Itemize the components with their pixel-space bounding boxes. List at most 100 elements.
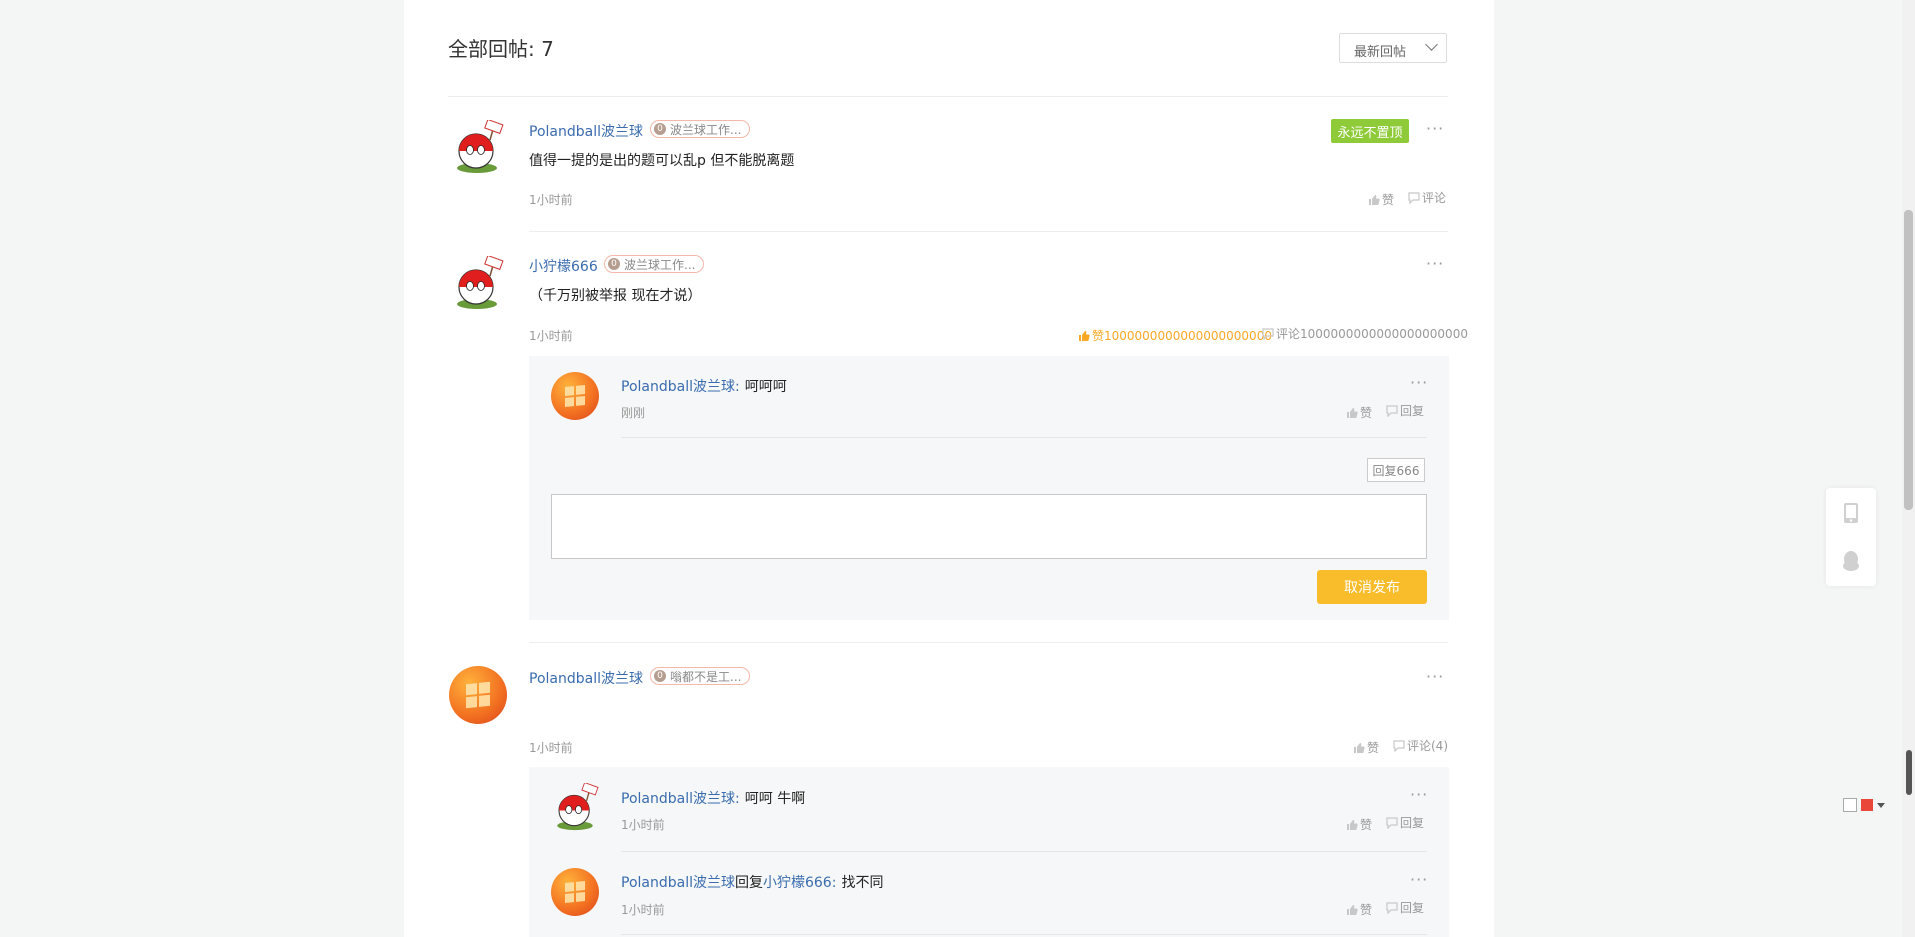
reply-line: Polandball波兰球回复小狞檬666: 找不同 xyxy=(621,872,884,892)
windows-logo-icon xyxy=(465,681,491,709)
sort-select[interactable]: 最新回帖 xyxy=(1339,33,1447,63)
reply-text: 呵呵呵 xyxy=(744,379,787,395)
thumb-up-icon xyxy=(1347,819,1358,830)
comment-button[interactable]: 评论 xyxy=(1408,189,1446,206)
comment-icon xyxy=(1408,191,1420,204)
comment-icon xyxy=(1386,816,1398,829)
reply-username[interactable]: Polandball波兰球 xyxy=(621,875,735,891)
reply-time: 1小时前 xyxy=(621,903,665,917)
reply-button[interactable]: 回复 xyxy=(1386,402,1424,419)
avatar[interactable] xyxy=(450,118,504,174)
more-icon[interactable]: ··· xyxy=(1410,375,1428,391)
reply-colon: : xyxy=(734,791,740,807)
polandball-avatar-icon xyxy=(457,118,504,173)
post-content: （千万别被举报 现在才说） xyxy=(529,288,702,304)
side-toolbar xyxy=(1826,488,1876,586)
comment-label: 评论(4) xyxy=(1407,739,1448,753)
comment-button[interactable]: 评论1000000000000000000000 xyxy=(1262,325,1468,342)
level-icon: 0 xyxy=(654,123,666,135)
ime-toolbar xyxy=(1843,796,1915,814)
reply-time: 1小时前 xyxy=(621,818,665,832)
level-icon: 0 xyxy=(654,670,666,682)
more-icon[interactable]: ··· xyxy=(1426,256,1444,272)
cancel-publish-button[interactable]: 取消发布 xyxy=(1317,570,1427,604)
divider xyxy=(621,437,1427,438)
comment-label: 评论1000000000000000000000 xyxy=(1276,327,1468,341)
reply-username[interactable]: Polandball波兰球 xyxy=(621,379,735,395)
like-label: 赞 xyxy=(1360,903,1373,917)
avatar[interactable] xyxy=(551,781,599,831)
user-badge[interactable]: 0 波兰球工作... xyxy=(650,120,751,138)
like-button[interactable]: 赞 xyxy=(1368,191,1394,208)
reply-colon: : xyxy=(734,379,740,395)
reply-text: 找不同 xyxy=(841,875,884,891)
thumb-up-icon xyxy=(1354,742,1365,753)
reply-target-username[interactable]: 小狞檬666 xyxy=(763,875,832,891)
windows-logo-icon xyxy=(564,880,586,904)
comment-icon xyxy=(1386,404,1398,417)
badge-text: 波兰球工作... xyxy=(624,257,696,272)
post-time: 1小时前 xyxy=(529,329,573,343)
reply-time: 刚刚 xyxy=(621,406,646,420)
polandball-avatar-icon xyxy=(557,781,599,831)
divider xyxy=(448,96,1448,97)
reply-button[interactable]: 回复 xyxy=(1386,899,1424,916)
divider xyxy=(529,642,1448,643)
like-label: 赞 xyxy=(1360,818,1373,832)
user-badge[interactable]: 0 嗡都不是工... xyxy=(650,667,751,685)
post-content: 值得一提的是出的题可以乱p 但不能脱离题 xyxy=(529,153,795,169)
reply-mid-text: 回复 xyxy=(734,875,763,891)
more-icon[interactable]: ··· xyxy=(1410,872,1428,888)
ime-keyboard-icon[interactable] xyxy=(1843,798,1857,812)
reply-line: Polandball波兰球: 呵呵呵 xyxy=(621,376,787,396)
comment-label: 评论 xyxy=(1422,191,1447,205)
post-time: 1小时前 xyxy=(529,193,573,207)
like-button[interactable]: 赞 xyxy=(1346,816,1372,833)
reply-text: 呵呵 牛啊 xyxy=(744,791,806,807)
avatar[interactable] xyxy=(450,254,504,310)
user-badge[interactable]: 0 波兰球工作... xyxy=(604,255,705,273)
like-button[interactable]: 赞1000000000000000000000 xyxy=(1078,327,1272,344)
reply-textarea[interactable] xyxy=(551,494,1427,559)
reply-to-tag[interactable]: 回复666 xyxy=(1367,458,1425,482)
sogou-ime-icon[interactable] xyxy=(1861,799,1873,811)
page-title: 全部回帖: 7 xyxy=(448,37,554,61)
avatar[interactable] xyxy=(449,666,507,724)
comment-icon xyxy=(1393,739,1405,752)
phone-icon[interactable] xyxy=(1842,502,1860,528)
badge-text: 波兰球工作... xyxy=(670,122,742,137)
post-time: 1小时前 xyxy=(529,741,573,755)
like-button[interactable]: 赞 xyxy=(1353,739,1379,756)
avatar[interactable] xyxy=(551,868,599,916)
more-icon[interactable]: ··· xyxy=(1426,121,1444,137)
qq-penguin-icon[interactable] xyxy=(1841,550,1861,576)
post-username[interactable]: Polandball波兰球 xyxy=(529,121,643,141)
like-button[interactable]: 赞 xyxy=(1346,901,1372,918)
reply-line: Polandball波兰球: 呵呵 牛啊 xyxy=(621,788,805,808)
divider xyxy=(621,851,1427,852)
scrollbar-thumb[interactable] xyxy=(1904,210,1913,510)
polandball-avatar-icon xyxy=(457,254,504,309)
like-label: 赞1000000000000000000000 xyxy=(1092,329,1272,343)
ime-dropdown-icon[interactable] xyxy=(1877,802,1885,808)
thumb-up-icon xyxy=(1369,194,1380,205)
more-icon[interactable]: ··· xyxy=(1426,669,1444,685)
post-username[interactable]: 小狞檬666 xyxy=(529,256,598,276)
reply-label: 回复 xyxy=(1400,901,1425,915)
windows-logo-icon xyxy=(564,384,586,408)
divider xyxy=(529,231,1448,232)
avatar[interactable] xyxy=(551,372,599,420)
comment-icon xyxy=(1386,901,1398,914)
like-label: 赞 xyxy=(1382,193,1395,207)
reply-label: 回复 xyxy=(1400,816,1425,830)
comment-button[interactable]: 评论(4) xyxy=(1393,737,1448,754)
reply-colon: : xyxy=(831,875,837,891)
like-button[interactable]: 赞 xyxy=(1346,404,1372,421)
thumb-up-icon xyxy=(1347,904,1358,915)
reply-username[interactable]: Polandball波兰球 xyxy=(621,791,735,807)
post-username[interactable]: Polandball波兰球 xyxy=(529,668,643,688)
reply-button[interactable]: 回复 xyxy=(1386,814,1424,831)
thumb-up-icon xyxy=(1347,407,1358,418)
pin-button[interactable]: 永远不置顶 xyxy=(1331,119,1409,143)
more-icon[interactable]: ··· xyxy=(1410,787,1428,803)
